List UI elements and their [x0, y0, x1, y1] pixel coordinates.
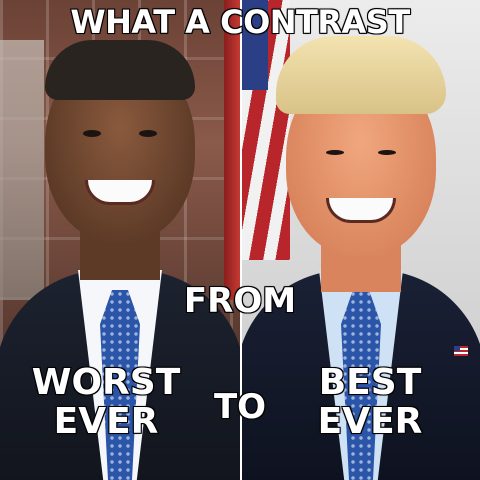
best-ever-line1: BEST [318, 362, 423, 403]
worst-ever-line2: EVER [53, 400, 160, 442]
left-face-eye [139, 130, 157, 137]
best-ever-caption: BEST EVER [270, 362, 470, 442]
left-face-eye [83, 130, 101, 137]
from-caption: FROM [183, 281, 297, 321]
background-window [0, 40, 44, 300]
worst-ever-caption: WORST EVER [6, 362, 206, 442]
flag-pin-icon [454, 346, 468, 356]
right-face-smile [326, 198, 396, 223]
right-hair [276, 36, 446, 114]
background-curtain [224, 0, 240, 300]
right-face-eye [378, 150, 396, 155]
headline-caption: WHAT A CONTRAST [69, 3, 411, 41]
left-hair [45, 40, 195, 100]
worst-ever-line1: WORST [31, 362, 182, 403]
to-caption: TO [213, 387, 267, 427]
best-ever-line2: EVER [317, 400, 424, 442]
left-face-smile [85, 180, 155, 205]
right-face-eye [326, 150, 344, 155]
